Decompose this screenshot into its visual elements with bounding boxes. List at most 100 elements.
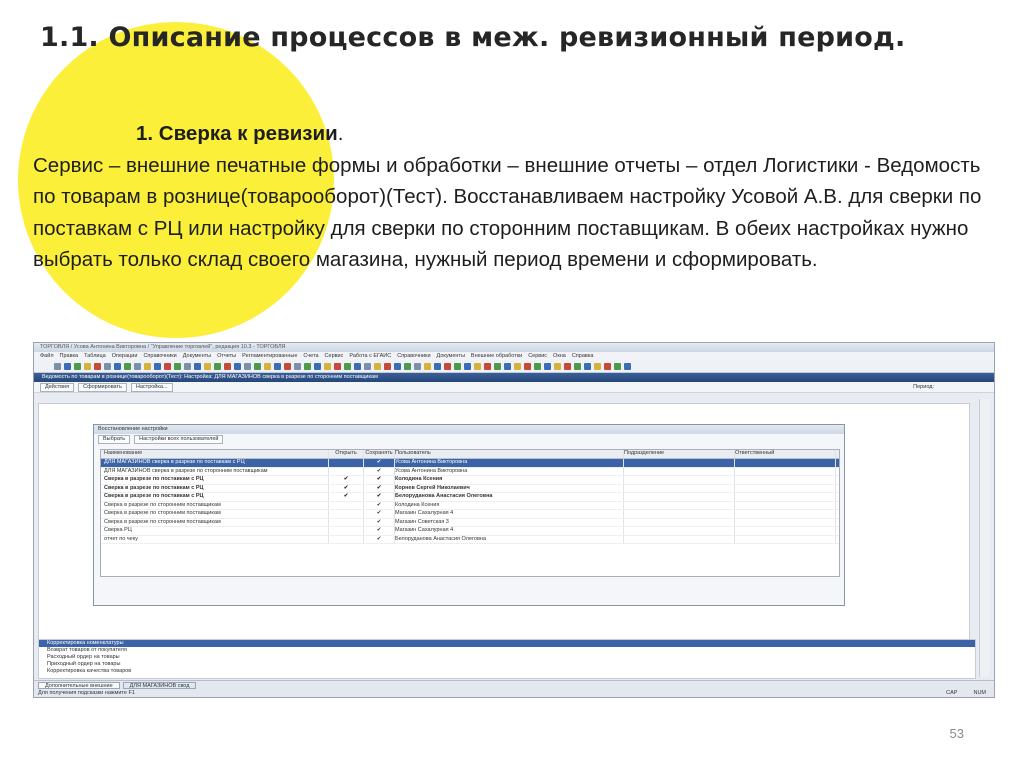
menu-item[interactable]: Работа с ЕГАИС	[349, 352, 391, 360]
toolbar-icon[interactable]	[104, 362, 111, 370]
menu-item[interactable]: Отчеты	[217, 352, 236, 360]
menu-item[interactable]: Файл	[40, 352, 54, 360]
col-responsible[interactable]: Ответственный	[735, 450, 836, 458]
menu-item[interactable]: Сервис	[528, 352, 547, 360]
tab-stores-summary[interactable]: ДЛЯ МАГАЗИНОВ свод	[122, 682, 197, 689]
toolbar-icon[interactable]	[334, 362, 341, 370]
toolbar-icon[interactable]	[164, 362, 171, 370]
toolbar-icon[interactable]	[264, 362, 271, 370]
toolbar-icon[interactable]	[274, 362, 281, 370]
col-user[interactable]: Пользователь	[395, 450, 624, 458]
menu-item[interactable]: Справочники	[397, 352, 430, 360]
toolbar-icon[interactable]	[94, 362, 101, 370]
list-item[interactable]: Корректировка качества товаров	[39, 668, 975, 675]
list-item[interactable]: Расходный ордер на товары	[39, 654, 975, 661]
toolbar-icon[interactable]	[394, 362, 401, 370]
generate-button[interactable]: Сформировать	[78, 382, 127, 392]
table-row[interactable]: Сверка в разрезе по поставкам с РЦ ✔ ✔ Коло…	[101, 476, 839, 485]
table-row[interactable]: Сверка в разрезе по поставкам с РЦ ✔ ✔ Корн…	[101, 484, 839, 493]
list-item[interactable]: Приходный ордер на товары	[39, 661, 975, 668]
toolbar-icon[interactable]	[624, 362, 631, 370]
menu-item[interactable]: Операции	[112, 352, 138, 360]
toolbar-icon[interactable]	[474, 362, 481, 370]
col-save[interactable]: Сохранять	[364, 450, 395, 458]
col-open[interactable]: Открыть	[329, 450, 364, 458]
toolbar-icon[interactable]	[564, 362, 571, 370]
table-row[interactable]: Сверка РЦ ✔ Магазин Сахалурная 4	[101, 527, 839, 536]
toolbar-icon[interactable]	[254, 362, 261, 370]
toolbar-icon[interactable]	[184, 362, 191, 370]
toolbar-icon[interactable]	[194, 362, 201, 370]
toolbar-icon[interactable]	[244, 362, 251, 370]
table-row[interactable]: Сверка в разрезе по сторонним поставщика…	[101, 501, 839, 510]
table-row[interactable]: ДЛЯ МАГАЗИНОВ сверка в разрезе по сторон…	[101, 467, 839, 476]
toolbar-icon[interactable]	[144, 362, 151, 370]
toolbar-icon[interactable]	[124, 362, 131, 370]
table-row[interactable]: Сверка в разрезе по поставкам с РЦ ✔ ✔ Бело…	[101, 493, 839, 502]
toolbar-icon[interactable]	[374, 362, 381, 370]
toolbar-icon[interactable]	[344, 362, 351, 370]
toolbar-icon[interactable]	[514, 362, 521, 370]
toolbar-icon[interactable]	[174, 362, 181, 370]
menu-item[interactable]: Документы	[183, 352, 211, 360]
toolbar-icon[interactable]	[494, 362, 501, 370]
menu-item[interactable]: Регламентированные	[242, 352, 297, 360]
toolbar-icon[interactable]	[574, 362, 581, 370]
toolbar-icon[interactable]	[204, 362, 211, 370]
toolbar-icon[interactable]	[114, 362, 121, 370]
toolbar-icon[interactable]	[64, 362, 71, 370]
list-item[interactable]: Корректировка номенклатуры	[39, 640, 975, 647]
col-department[interactable]: Подразделение	[624, 450, 735, 458]
toolbar-icon[interactable]	[594, 362, 601, 370]
tab-external[interactable]: Дополнительные внешние	[38, 682, 120, 689]
toolbar-icon[interactable]	[224, 362, 231, 370]
select-button[interactable]: Выбрать	[98, 434, 131, 444]
toolbar-icon[interactable]	[384, 362, 391, 370]
table-row[interactable]: ДЛЯ МАГАЗИНОВ сверка в разрезе по постав…	[101, 459, 839, 468]
settings-button[interactable]: Настройка...	[130, 382, 173, 392]
toolbar-icon[interactable]	[464, 362, 471, 370]
toolbar-icon[interactable]	[444, 362, 451, 370]
toolbar-icon[interactable]	[294, 362, 301, 370]
table-row[interactable]: отчет по чеку ✔ Белоруданова Анастасия Оле…	[101, 535, 839, 544]
menu-item[interactable]: Счета	[303, 352, 318, 360]
menu-item[interactable]: Правка	[60, 352, 79, 360]
toolbar-icon[interactable]	[214, 362, 221, 370]
toolbar-icon[interactable]	[484, 362, 491, 370]
toolbar-icon[interactable]	[314, 362, 321, 370]
col-name[interactable]: Наименование	[101, 450, 329, 458]
toolbar-icon[interactable]	[454, 362, 461, 370]
toolbar-icon[interactable]	[584, 362, 591, 370]
menu-item[interactable]: Окна	[553, 352, 566, 360]
toolbar-icon[interactable]	[534, 362, 541, 370]
actions-button[interactable]: Действия	[40, 382, 75, 392]
toolbar-icon[interactable]	[134, 362, 141, 370]
toolbar-icon[interactable]	[354, 362, 361, 370]
list-item[interactable]: Возврат товаров от покупателя	[39, 647, 975, 654]
menu-item[interactable]: Внешние обработки	[471, 352, 522, 360]
menu-item[interactable]: Документы	[437, 352, 465, 360]
toolbar-icon[interactable]	[74, 362, 81, 370]
toolbar-icon[interactable]	[304, 362, 311, 370]
toolbar-icon[interactable]	[504, 362, 511, 370]
menu-item[interactable]: Справочники	[143, 352, 176, 360]
toolbar-icon[interactable]	[404, 362, 411, 370]
table-row[interactable]: Сверка в разрезе по сторонним поставщика…	[101, 510, 839, 519]
toolbar-icon[interactable]	[524, 362, 531, 370]
menu-item[interactable]: Справка	[572, 352, 594, 360]
toolbar-icon[interactable]	[414, 362, 421, 370]
toolbar-icon[interactable]	[544, 362, 551, 370]
toolbar-icon[interactable]	[604, 362, 611, 370]
all-users-settings-button[interactable]: Настройки всех пользователей	[134, 434, 224, 444]
menu-item[interactable]: Сервис	[325, 352, 344, 360]
vertical-scrollbar[interactable]	[979, 399, 990, 677]
toolbar-icon[interactable]	[324, 362, 331, 370]
toolbar-icon[interactable]	[54, 362, 61, 370]
toolbar-icon[interactable]	[84, 362, 91, 370]
toolbar-icon[interactable]	[614, 362, 621, 370]
toolbar-icon[interactable]	[434, 362, 441, 370]
toolbar-icon[interactable]	[554, 362, 561, 370]
toolbar-icon[interactable]	[234, 362, 241, 370]
toolbar-icon[interactable]	[154, 362, 161, 370]
toolbar-icon[interactable]	[364, 362, 371, 370]
